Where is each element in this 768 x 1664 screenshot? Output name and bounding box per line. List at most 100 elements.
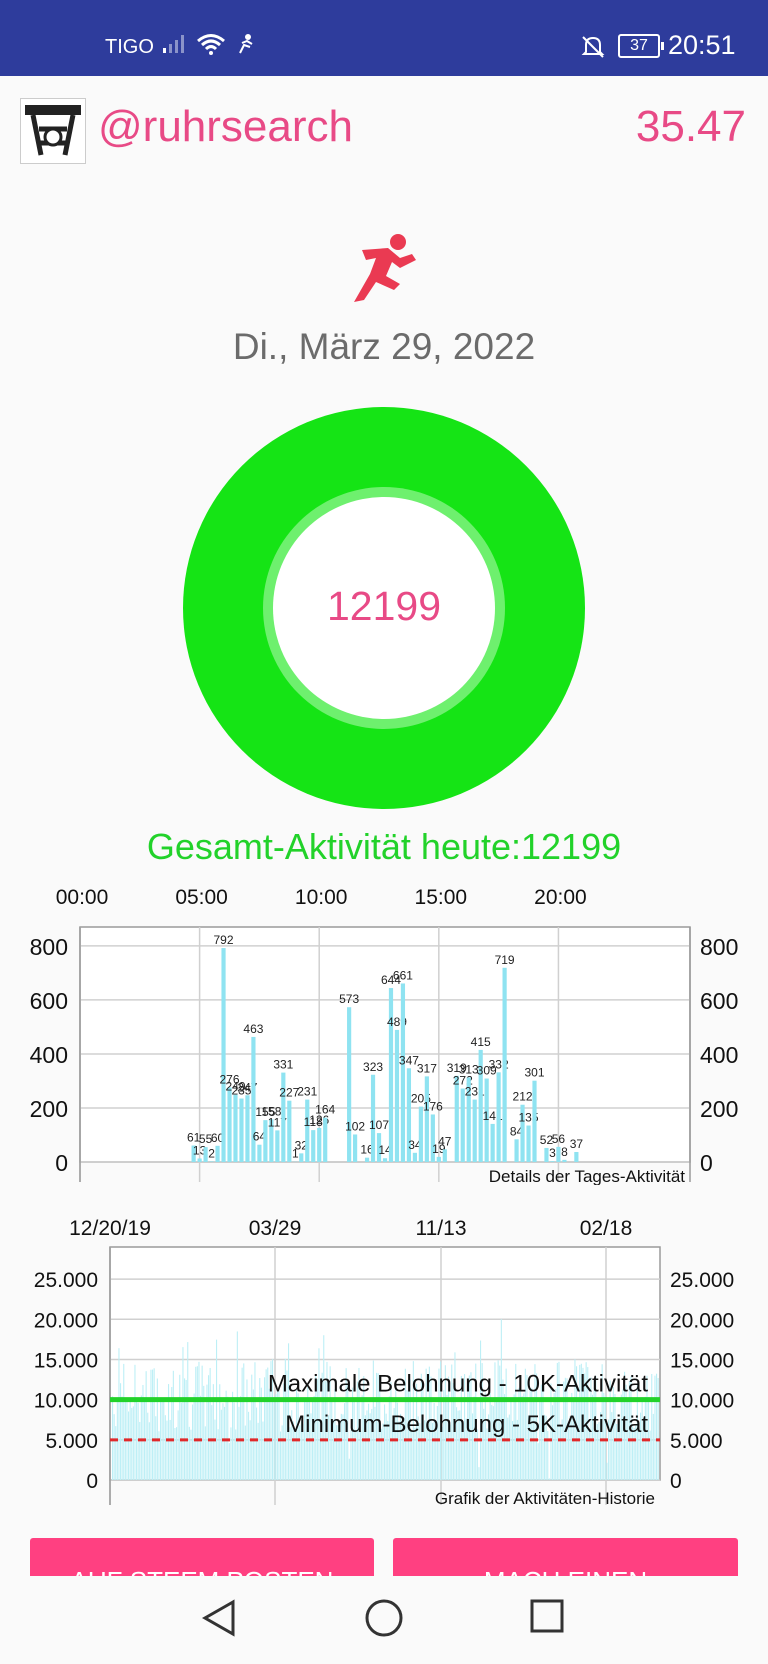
make-one-button[interactable]: MACH EINEN bbox=[393, 1538, 738, 1578]
history-bar bbox=[195, 1366, 197, 1480]
history-bar bbox=[190, 1429, 192, 1480]
daily-bar-label: 102 bbox=[345, 1119, 365, 1133]
y-tick-label-left: 600 bbox=[30, 988, 68, 1014]
y-tick-label-right: 400 bbox=[700, 1042, 738, 1068]
home-icon[interactable] bbox=[364, 1598, 404, 1638]
history-bar bbox=[163, 1397, 165, 1480]
history-bar bbox=[160, 1399, 162, 1480]
daily-bar bbox=[502, 967, 507, 1162]
history-bar bbox=[148, 1422, 150, 1480]
x-tick-label: 00:00 bbox=[56, 886, 109, 909]
reference-line-label: Minimum-Belohnung - 5K-Aktivität bbox=[285, 1411, 648, 1438]
daily-bar-label: 719 bbox=[495, 953, 515, 967]
history-bar bbox=[323, 1335, 325, 1480]
history-bar bbox=[152, 1369, 154, 1480]
status-bar: TIGO 37 20:51 bbox=[0, 0, 768, 76]
history-bar bbox=[177, 1410, 179, 1480]
daily-bar-label: 164 bbox=[315, 1103, 335, 1117]
daily-bar bbox=[299, 1153, 304, 1162]
daily-bar bbox=[311, 1130, 316, 1162]
history-bar bbox=[214, 1419, 216, 1480]
history-bar bbox=[262, 1421, 264, 1480]
y-tick-label-left: 400 bbox=[30, 1042, 68, 1068]
history-bar bbox=[220, 1409, 222, 1480]
daily-bar bbox=[454, 1075, 459, 1162]
y-tick-label-right: 25.000 bbox=[670, 1269, 734, 1292]
daily-bar-label: 415 bbox=[471, 1035, 491, 1049]
history-bar bbox=[268, 1388, 270, 1480]
daily-bar-label: 573 bbox=[339, 992, 359, 1006]
daily-bar bbox=[245, 1095, 250, 1162]
history-bar bbox=[537, 1443, 539, 1480]
avatar-image bbox=[25, 105, 81, 156]
y-tick-label-right: 600 bbox=[700, 988, 738, 1014]
history-bar bbox=[294, 1430, 296, 1480]
history-bar bbox=[652, 1413, 654, 1480]
recents-icon[interactable] bbox=[529, 1598, 565, 1634]
username[interactable]: @ruhrsearch bbox=[98, 102, 353, 152]
post-button-label: AUF STEEM POSTEN bbox=[30, 1538, 374, 1578]
history-bar bbox=[224, 1406, 226, 1480]
x-tick-label: 03/29 bbox=[249, 1217, 302, 1240]
daily-bar-label: 323 bbox=[363, 1060, 383, 1074]
history-bar bbox=[147, 1412, 149, 1480]
history-bar bbox=[243, 1363, 245, 1480]
history-bar bbox=[254, 1362, 256, 1480]
history-bar bbox=[225, 1390, 227, 1480]
x-tick-label: 02/18 bbox=[580, 1217, 633, 1240]
history-bar bbox=[478, 1467, 480, 1480]
daily-bar-label: 8 bbox=[561, 1145, 568, 1159]
history-bar bbox=[209, 1367, 211, 1480]
daily-activity-chart-svg: 0 0 200 200 400 400 600 600 800 800 00:00 05:00 10:0… bbox=[30, 886, 739, 1185]
daily-bar-label: 107 bbox=[369, 1118, 389, 1132]
history-bar bbox=[246, 1379, 248, 1480]
history-bar bbox=[241, 1367, 243, 1480]
history-bar bbox=[230, 1427, 232, 1480]
daily-bar-label: 331 bbox=[273, 1058, 293, 1072]
history-bar bbox=[651, 1373, 653, 1480]
y-tick-label-left: 800 bbox=[30, 934, 68, 960]
history-bar bbox=[115, 1426, 117, 1480]
history-bar bbox=[150, 1369, 152, 1480]
history-bar bbox=[275, 1394, 277, 1480]
history-bar bbox=[273, 1396, 275, 1480]
daily-bar-label: 3 bbox=[549, 1146, 556, 1160]
history-bar bbox=[113, 1414, 115, 1480]
history-bar bbox=[496, 1397, 498, 1480]
daily-bar bbox=[532, 1080, 537, 1162]
y-tick-label-right: 5.000 bbox=[670, 1430, 723, 1453]
daily-bar bbox=[353, 1134, 358, 1162]
daily-bar bbox=[364, 1157, 370, 1162]
daily-bar bbox=[544, 1147, 549, 1162]
y-tick-label-right: 800 bbox=[700, 934, 738, 960]
bell-muted-icon bbox=[581, 36, 605, 58]
history-bar bbox=[145, 1371, 147, 1480]
y-tick-label-left: 5.000 bbox=[45, 1430, 98, 1453]
history-bar bbox=[139, 1421, 141, 1480]
post-to-steem-button[interactable]: AUF STEEM POSTEN bbox=[30, 1538, 374, 1578]
history-bar bbox=[156, 1378, 158, 1480]
x-tick-label: 12/20/19 bbox=[69, 1217, 151, 1240]
history-bar bbox=[208, 1375, 210, 1480]
history-bar bbox=[174, 1428, 176, 1480]
daily-bar bbox=[239, 1098, 244, 1162]
back-icon[interactable] bbox=[200, 1598, 238, 1638]
history-bar bbox=[112, 1396, 114, 1480]
history-bar bbox=[182, 1347, 184, 1480]
daily-bar bbox=[317, 1127, 322, 1162]
history-bar bbox=[140, 1395, 142, 1480]
daily-bar bbox=[221, 948, 226, 1162]
avatar[interactable] bbox=[20, 98, 86, 164]
daily-bar bbox=[257, 1144, 262, 1162]
total-activity-label: Gesamt-Aktivität heute:12199 bbox=[146, 826, 622, 867]
daily-bar bbox=[382, 1158, 388, 1162]
date-label: Di., März 29, 2022 bbox=[232, 326, 536, 367]
y-tick-label-left: 10.000 bbox=[34, 1390, 98, 1413]
history-bar bbox=[388, 1396, 390, 1480]
daily-bar bbox=[275, 1130, 280, 1162]
history-bar bbox=[521, 1396, 523, 1480]
history-bar bbox=[232, 1391, 234, 1480]
clock: 20:51 bbox=[668, 30, 736, 60]
history-bar bbox=[348, 1458, 350, 1480]
history-bar bbox=[248, 1411, 250, 1480]
